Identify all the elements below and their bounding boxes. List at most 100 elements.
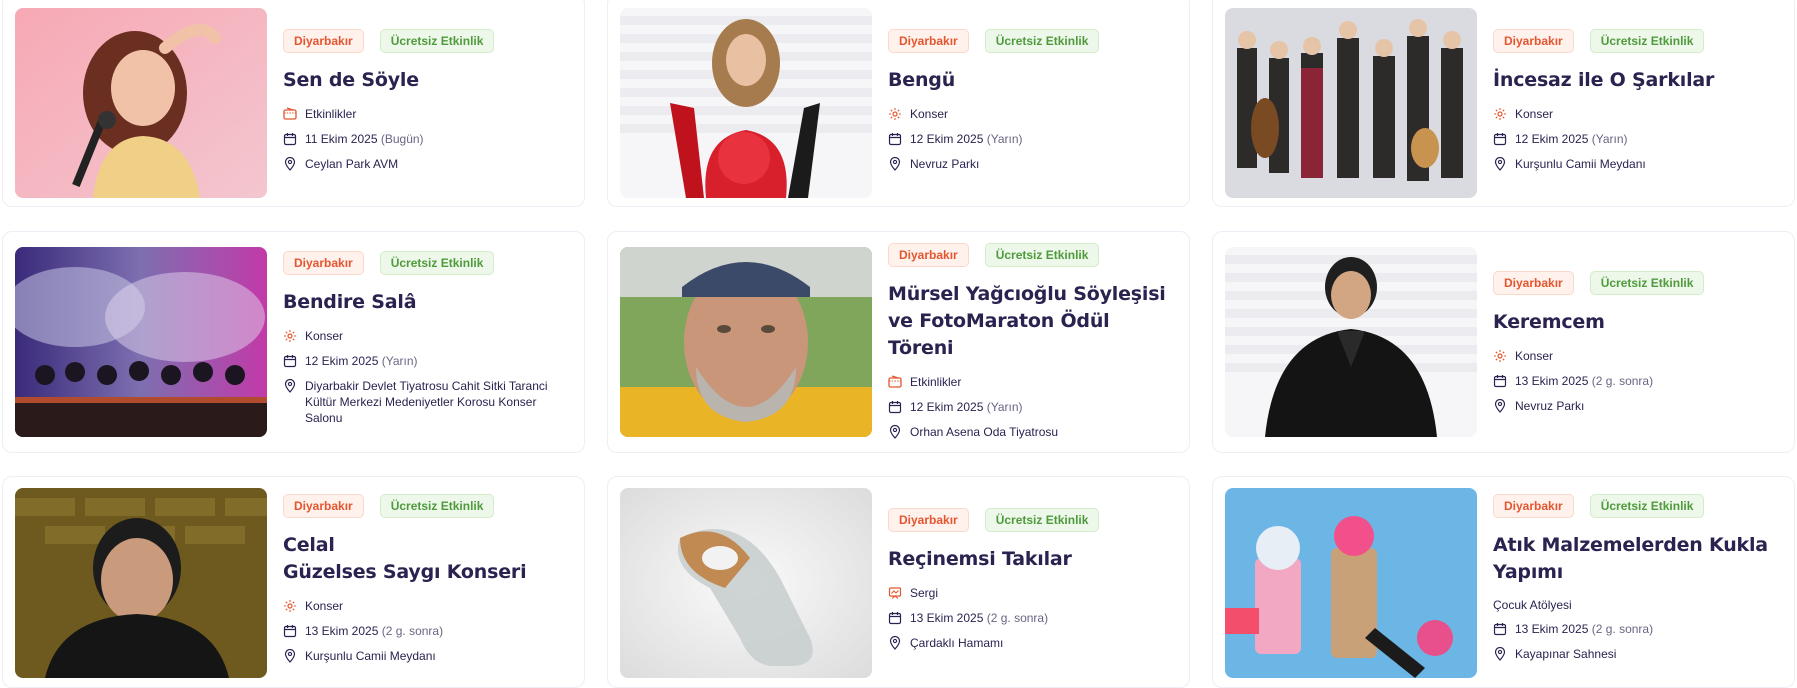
event-title[interactable]: Keremcem [1493,309,1704,336]
calendar-icon [888,132,902,146]
event-venue: Kayapınar Sahnesi [1515,647,1617,661]
concert-icon [1493,107,1507,121]
event-title[interactable]: Bengü [888,67,1099,94]
free-event-tag[interactable]: Ücretsiz Etkinlik [379,29,495,53]
city-tag[interactable]: Diyarbakır [888,508,969,532]
calendar-icon [283,624,297,638]
event-title[interactable]: Mürsel Yağcıoğlu Söyleşisi ve FotoMaraton… [888,281,1166,362]
city-tag[interactable]: Diyarbakır [283,251,364,275]
event-image[interactable] [15,8,267,198]
free-event-tag[interactable]: Ücretsiz Etkinlik [984,508,1100,532]
event-info: Diyarbakır Ücretsiz Etkinlik Celal Güzels… [283,494,527,673]
location-pin-icon [888,636,902,650]
event-date: 13 Ekim 2025 (2 g. sonra) [1515,374,1654,388]
city-tag[interactable]: Diyarbakır [888,243,969,267]
event-venue: Nevruz Parkı [910,157,980,171]
event-venue: Nevruz Parkı [1515,399,1585,413]
event-image[interactable] [1225,247,1477,437]
location-pin-icon [283,649,297,663]
event-card[interactable]: Diyarbakır Ücretsiz Etkinlik Bendire Sal… [2,231,585,453]
ticket-icon [283,107,297,121]
calendar-icon [1493,622,1507,636]
event-info: Diyarbakır Ücretsiz Etkinlik Atık Malzem… [1493,494,1768,671]
event-venue: Çardaklı Hamamı [910,636,1004,650]
city-tag[interactable]: Diyarbakır [283,29,364,53]
event-image[interactable] [620,247,872,437]
event-category: Konser [1515,107,1554,121]
event-title[interactable]: İncesaz ile O Şarkılar [1493,67,1714,94]
event-card[interactable]: Diyarbakır Ücretsiz Etkinlik Bengü Konse… [607,0,1190,207]
free-event-tag[interactable]: Ücretsiz Etkinlik [984,29,1100,53]
calendar-icon [283,354,297,368]
concert-icon [283,599,297,613]
event-title[interactable]: Atık Malzemelerden Kukla Yapımı [1493,532,1768,586]
free-event-tag[interactable]: Ücretsiz Etkinlik [1589,271,1705,295]
event-title[interactable]: Celal Güzelses Saygı Konseri [283,532,527,586]
relative-date: (2 g. sonra) [1591,622,1654,636]
event-card[interactable]: Diyarbakır Ücretsiz Etkinlik Celal Güzels… [2,476,585,688]
event-info: Diyarbakır Ücretsiz Etkinlik Reçinemsi T… [888,508,1100,660]
event-image[interactable] [15,247,267,437]
concert-icon [888,107,902,121]
city-tag[interactable]: Diyarbakır [1493,29,1574,53]
event-date: 13 Ekim 2025 (2 g. sonra) [1515,622,1654,636]
event-image[interactable] [620,488,872,678]
location-pin-icon [1493,157,1507,171]
event-category: Etkinlikler [305,107,357,121]
location-pin-icon [1493,647,1507,661]
event-image[interactable] [15,488,267,678]
event-date: 12 Ekim 2025 (Yarın) [305,354,418,368]
event-date: 13 Ekim 2025 (2 g. sonra) [305,624,444,638]
free-event-tag[interactable]: Ücretsiz Etkinlik [379,494,495,518]
event-card[interactable]: Diyarbakır Ücretsiz Etkinlik Sen de Söyl… [2,0,585,207]
event-venue: Diyarbakir Devlet Tiyatrosu Cahit Sitki … [305,379,548,425]
calendar-icon [1493,132,1507,146]
location-pin-icon [283,379,297,393]
event-category: Konser [305,329,344,343]
event-venue: Orhan Asena Oda Tiyatrosu [910,425,1059,439]
relative-date: (Yarın) [381,354,418,368]
event-card[interactable]: Diyarbakır Ücretsiz Etkinlik Mürsel Yağc… [607,231,1190,453]
event-card[interactable]: Diyarbakır Ücretsiz Etkinlik Atık Malzem… [1212,476,1795,688]
event-title[interactable]: Reçinemsi Takılar [888,546,1099,573]
city-tag[interactable]: Diyarbakır [1493,494,1574,518]
event-card[interactable]: Diyarbakır Ücretsiz Etkinlik Keremcem Ko… [1212,231,1795,453]
city-tag[interactable]: Diyarbakır [1493,271,1574,295]
free-event-tag[interactable]: Ücretsiz Etkinlik [379,251,495,275]
event-image[interactable] [1225,488,1477,678]
event-category: Sergi [910,586,939,600]
relative-date: (2 g. sonra) [1591,374,1654,388]
concert-icon [1493,349,1507,363]
event-card[interactable]: Diyarbakır Ücretsiz Etkinlik İncesaz ile… [1212,0,1795,207]
event-category: Etkinlikler [910,375,962,389]
relative-date: (2 g. sonra) [381,624,444,638]
event-title[interactable]: Sen de Söyle [283,67,494,94]
calendar-icon [1493,374,1507,388]
event-info: Diyarbakır Ücretsiz Etkinlik Bendire Sal… [283,251,575,435]
event-grid: Diyarbakır Ücretsiz Etkinlik Sen de Söyl… [0,0,1797,688]
city-tag[interactable]: Diyarbakır [888,29,969,53]
relative-date: (Yarın) [986,132,1023,146]
relative-date: (Bugün) [380,132,424,146]
location-pin-icon [1493,399,1507,413]
location-pin-icon [888,425,902,439]
relative-date: (2 g. sonra) [986,611,1049,625]
event-info: Diyarbakır Ücretsiz Etkinlik İncesaz ile… [1493,29,1714,181]
event-info: Diyarbakır Ücretsiz Etkinlik Bengü Konse… [888,29,1100,181]
location-pin-icon [888,157,902,171]
free-event-tag[interactable]: Ücretsiz Etkinlik [984,243,1100,267]
event-info: Diyarbakır Ücretsiz Etkinlik Mürsel Yağc… [888,243,1166,449]
event-date: 12 Ekim 2025 (Yarın) [910,132,1023,146]
event-date: 12 Ekim 2025 (Yarın) [910,400,1023,414]
free-event-tag[interactable]: Ücretsiz Etkinlik [1589,29,1705,53]
event-venue: Kurşunlu Camii Meydanı [1515,157,1646,171]
event-card[interactable]: Diyarbakır Ücretsiz Etkinlik Reçinemsi T… [607,476,1190,688]
free-event-tag[interactable]: Ücretsiz Etkinlik [1589,494,1705,518]
event-image[interactable] [620,8,872,198]
calendar-icon [888,400,902,414]
event-title[interactable]: Bendire Salâ [283,289,575,316]
city-tag[interactable]: Diyarbakır [283,494,364,518]
event-image[interactable] [1225,8,1477,198]
event-date: 13 Ekim 2025 (2 g. sonra) [910,611,1049,625]
event-category: Konser [305,599,344,613]
